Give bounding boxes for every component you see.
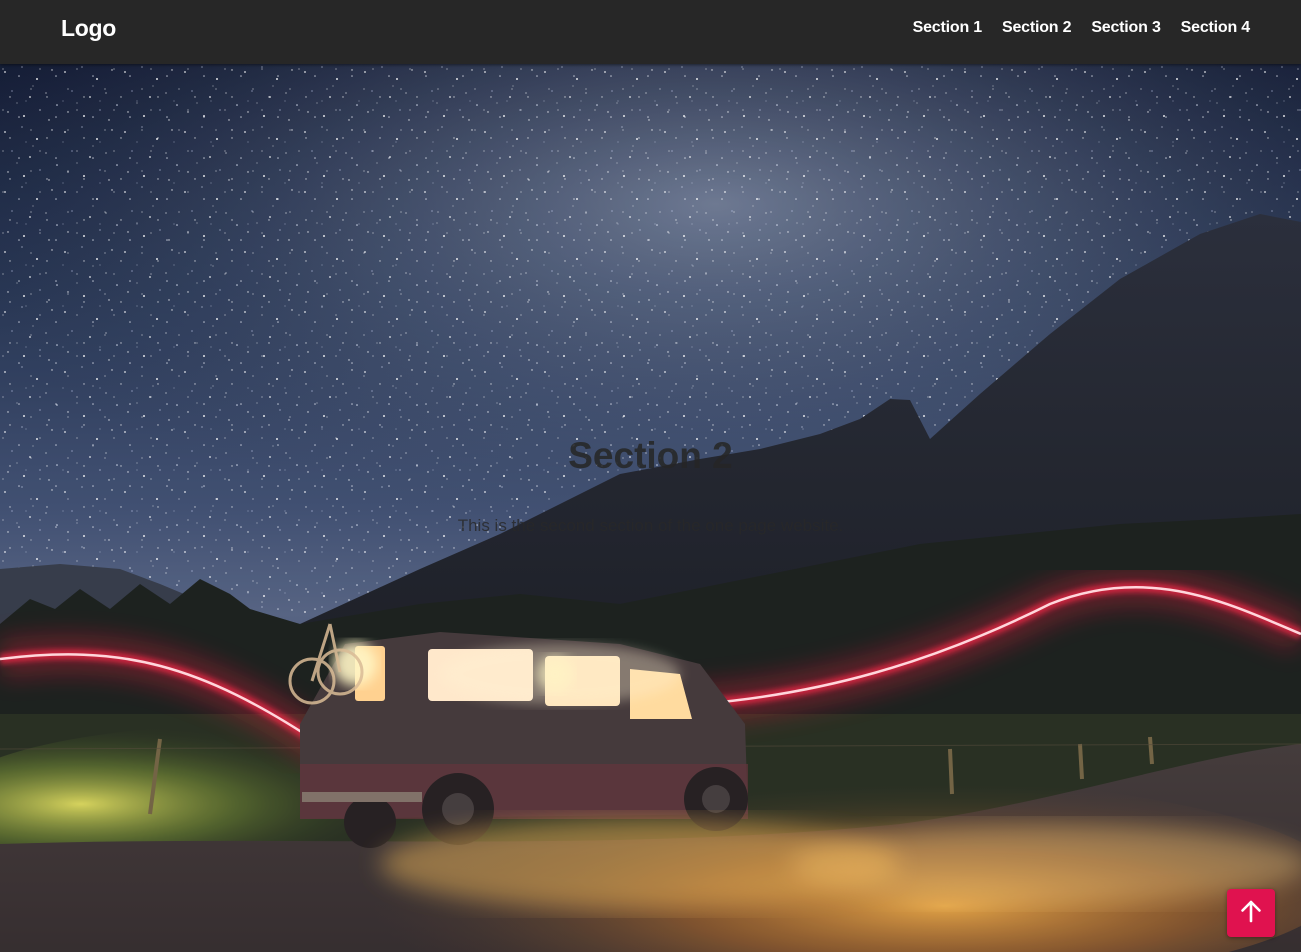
nav-link-section-4[interactable]: Section 4 bbox=[1181, 19, 1251, 37]
back-to-top-button[interactable] bbox=[1227, 889, 1275, 937]
logo[interactable]: Logo bbox=[61, 15, 116, 42]
nav-link-section-2[interactable]: Section 2 bbox=[1002, 19, 1072, 37]
hero-section: Section 2 This is the second section of … bbox=[0, 64, 1301, 952]
nav-link-section-1[interactable]: Section 1 bbox=[913, 19, 983, 37]
arrow-up-icon bbox=[1238, 898, 1264, 929]
hero-background-image bbox=[0, 64, 1301, 952]
section-description: This is the second section of the one pa… bbox=[457, 516, 844, 535]
nav-links: Section 1 Section 2 Section 3 Section 4 bbox=[913, 19, 1251, 37]
section-title: Section 2 bbox=[568, 435, 733, 476]
nav-link-section-3[interactable]: Section 3 bbox=[1091, 19, 1161, 37]
navbar: Logo Section 1 Section 2 Section 3 Secti… bbox=[0, 0, 1301, 64]
